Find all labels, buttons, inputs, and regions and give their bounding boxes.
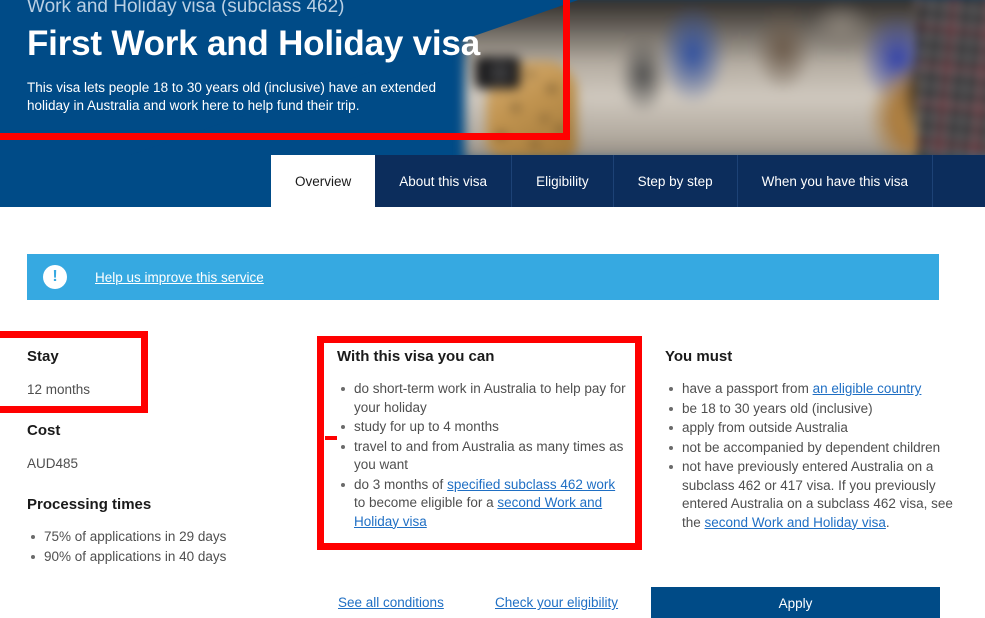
action-bar: See all conditions Check your eligibilit… xyxy=(0,587,985,618)
list-item-text: have a passport from xyxy=(682,381,813,396)
apply-button[interactable]: Apply xyxy=(651,587,940,618)
list-item: apply from outside Australia xyxy=(665,419,965,438)
list-item-text: . xyxy=(885,514,890,530)
list-item-text: to become eligible for a xyxy=(354,495,498,510)
with-this-visa-heading: With this visa you can xyxy=(337,348,495,365)
page-title: First Work and Holiday visa xyxy=(27,24,480,63)
help-improve-service-link[interactable]: Help us improve this service xyxy=(95,270,264,285)
hero-plaid-scarf xyxy=(917,0,985,155)
cost-value: AUD485 xyxy=(27,456,79,471)
list-item: study for up to 4 months xyxy=(337,418,627,437)
tab-eligibility[interactable]: Eligibility xyxy=(512,155,614,207)
list-item: do short-term work in Australia to help … xyxy=(337,380,627,417)
exclamation-icon: ! xyxy=(43,265,67,289)
visa-page: Work and Holiday visa (subclass 462) Fir… xyxy=(0,0,985,618)
list-item-text: be 18 to 30 years old (inclusive) xyxy=(682,400,873,416)
tabbar-left-fill xyxy=(0,155,271,207)
list-item: have a passport from an eligible country xyxy=(665,380,965,399)
column-with-this-visa-you-can: With this visa you can do short-term wor… xyxy=(337,347,627,532)
list-item-text: study for up to 4 months xyxy=(354,419,499,434)
list-item-text: do 3 months of xyxy=(354,476,448,492)
check-your-eligibility-link[interactable]: Check your eligibility xyxy=(495,595,618,610)
tab-about-this-visa-label: About this visa xyxy=(399,173,488,189)
tab-overview-label: Overview xyxy=(295,173,352,189)
tab-overview[interactable]: Overview xyxy=(271,155,376,207)
column-key-facts: Stay 12 months Cost AUD485 Processing ti… xyxy=(27,347,297,567)
second-work-and-holiday-visa-link[interactable]: second Work and Holiday visa xyxy=(705,515,886,530)
list-item: 90% of applications in 40 days xyxy=(27,548,297,567)
main-content: ! Help us improve this service Stay 12 m… xyxy=(0,207,985,618)
eligible-country-link[interactable]: an eligible country xyxy=(813,381,922,396)
visa-tab-bar: Overview About this visa Eligibility Ste… xyxy=(0,155,985,207)
specified-subclass-462-work-link[interactable]: specified subclass 462 work xyxy=(447,477,615,492)
stay-value: 12 months xyxy=(27,382,91,397)
hero-eyebrow: Work and Holiday visa (subclass 462) xyxy=(27,0,345,17)
hero-text-block: Work and Holiday visa (subclass 462) Fir… xyxy=(27,0,547,115)
list-item-text: travel to and from Australia as many tim… xyxy=(354,438,624,473)
cost-heading: Cost xyxy=(27,422,61,439)
list-item-text: apply from outside Australia xyxy=(682,420,848,435)
hero-banner: Work and Holiday visa (subclass 462) Fir… xyxy=(0,0,985,155)
column-you-must: You must have a passport from an eligibl… xyxy=(665,347,965,533)
tab-eligibility-label: Eligibility xyxy=(536,173,589,189)
list-item: travel to and from Australia as many tim… xyxy=(337,438,627,475)
hero-subtitle: This visa lets people 18 to 30 years old… xyxy=(27,80,436,113)
stay-heading: Stay xyxy=(27,348,59,365)
list-item: do 3 months of specified subclass 462 wo… xyxy=(337,476,627,532)
annotation-tick-mark xyxy=(325,436,337,440)
list-item-text: do short-term work in Australia to help … xyxy=(354,381,626,415)
with-this-visa-list: do short-term work in Australia to help … xyxy=(337,380,627,531)
you-must-heading: You must xyxy=(665,348,733,365)
list-item-text: not be accompanied by dependent children xyxy=(682,439,941,455)
feedback-banner: ! Help us improve this service xyxy=(27,254,939,300)
tab-step-by-step[interactable]: Step by step xyxy=(613,155,738,207)
you-must-list: have a passport from an eligible country… xyxy=(665,380,965,532)
list-item: not have previously entered Australia on… xyxy=(665,458,965,532)
list-item: not be accompanied by dependent children xyxy=(665,439,965,458)
processing-times-heading: Processing times xyxy=(27,496,152,513)
tab-step-by-step-label: Step by step xyxy=(637,173,713,189)
list-item: 75% of applications in 29 days xyxy=(27,528,297,547)
tab-when-you-have-this-visa[interactable]: When you have this visa xyxy=(737,155,933,207)
tab-when-you-have-this-visa-label: When you have this visa xyxy=(761,173,908,189)
processing-times-list: 75% of applications in 29 days 90% of ap… xyxy=(27,528,297,566)
see-all-conditions-link[interactable]: See all conditions xyxy=(338,595,444,610)
tab-about-this-visa[interactable]: About this visa xyxy=(375,155,513,207)
list-item: be 18 to 30 years old (inclusive) xyxy=(665,400,965,419)
